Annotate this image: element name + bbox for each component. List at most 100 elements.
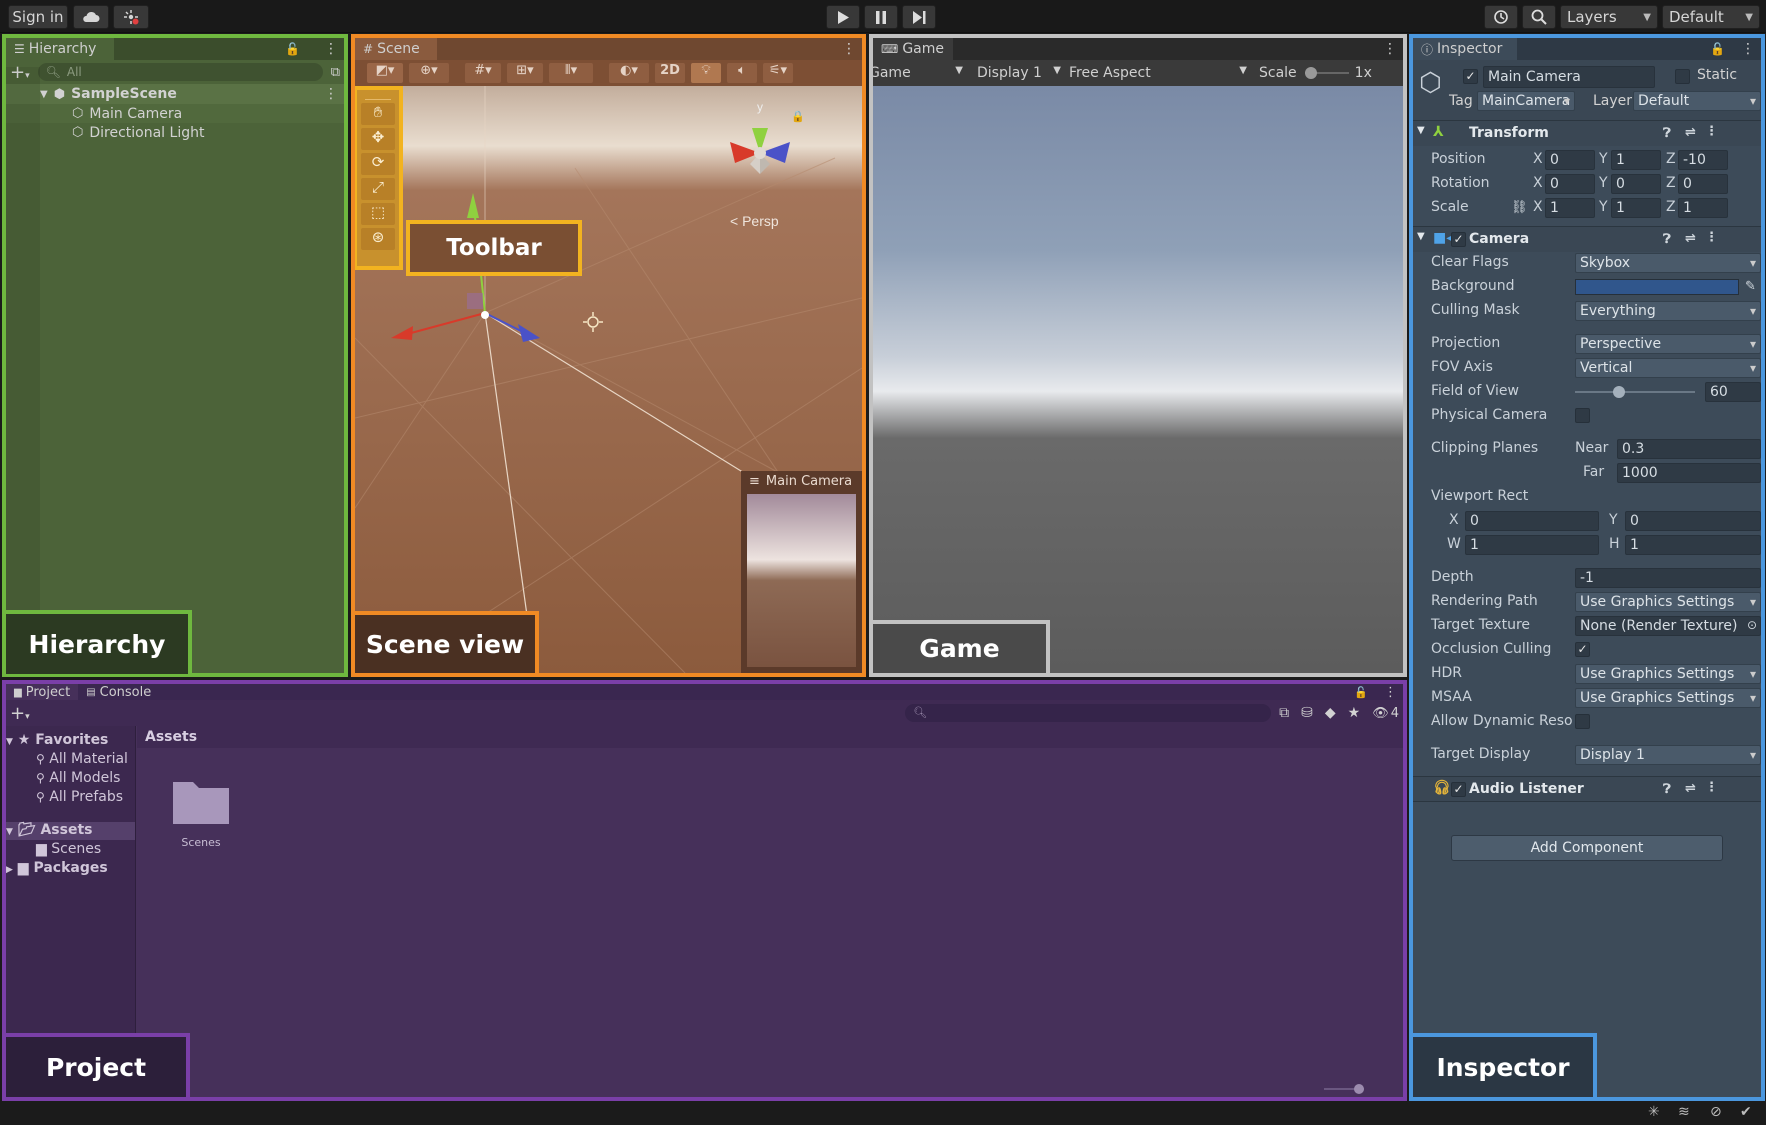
icon-size-slider[interactable] xyxy=(1324,1084,1364,1094)
tab-hierarchy[interactable]: ☰ Hierarchy xyxy=(6,38,114,60)
layers-stack-icon[interactable]: ≋ xyxy=(1678,1104,1690,1120)
favorite-star-icon[interactable]: ★ xyxy=(1348,705,1361,721)
rect-tool-icon[interactable]: ⬚ xyxy=(361,203,395,225)
hierarchy-search-input[interactable]: 🔍︎ All xyxy=(37,63,323,81)
fov-field[interactable]: 60 xyxy=(1705,382,1761,402)
preset-icon[interactable]: ⇌ xyxy=(1685,125,1696,140)
preset-icon[interactable]: ⇌ xyxy=(1685,781,1696,796)
lock-icon[interactable]: 🔓 xyxy=(1710,42,1725,56)
position-z-field[interactable]: -10 xyxy=(1678,150,1728,170)
more-icon[interactable]: ⋮ xyxy=(1384,685,1397,700)
pause-button[interactable] xyxy=(864,5,898,29)
scene-viewport[interactable]: y < Persp 🔒 xyxy=(355,38,862,673)
assets-folder-item[interactable]: ▼ 📂︎ Assets xyxy=(6,822,135,840)
object-picker-icon[interactable]: ⊙ xyxy=(1747,618,1757,632)
lock-icon[interactable]: 🔓 xyxy=(1354,686,1368,699)
msaa-dropdown[interactable]: Use Graphics Settings xyxy=(1575,688,1761,708)
object-name-field[interactable]: Main Camera xyxy=(1483,66,1655,88)
fov-slider[interactable] xyxy=(1575,385,1695,399)
add-icon[interactable]: +▾ xyxy=(10,703,30,724)
ruler-button[interactable]: ⦀▾ xyxy=(549,63,593,83)
projection-dropdown[interactable]: Perspective xyxy=(1575,334,1761,354)
camera-header[interactable]: ▼ ■◀ ✓ Camera ❓︎ ⇌ ⋮ xyxy=(1413,226,1761,252)
sign-in-button[interactable]: Sign in xyxy=(8,5,68,29)
more-icon[interactable]: ⋮ xyxy=(1705,780,1718,795)
more-icon[interactable]: ⋮ xyxy=(324,41,338,57)
scale-tool-icon[interactable]: ⤢ xyxy=(361,178,395,200)
hand-tool-icon[interactable]: ✋︎ xyxy=(361,103,395,125)
project-search-input[interactable]: 🔍︎ xyxy=(905,704,1272,722)
help-icon[interactable]: ❓︎ xyxy=(1663,232,1671,247)
play-button[interactable] xyxy=(826,5,860,29)
more-icon[interactable]: ⋮ xyxy=(1705,230,1718,245)
tools-drag-handle[interactable] xyxy=(365,90,391,100)
tab-inspector[interactable]: ⓘ Inspector xyxy=(1413,38,1517,60)
rotate-tool-icon[interactable]: ⟳ xyxy=(361,153,395,175)
aspect-dropdown[interactable]: Free Aspect ▼ xyxy=(1065,65,1251,81)
rendering-path-dropdown[interactable]: Use Graphics Settings xyxy=(1575,592,1761,612)
camera-preview-header[interactable]: ≡ Main Camera xyxy=(741,471,862,491)
hidden-packages-icon[interactable]: 👁︎ xyxy=(1372,706,1389,721)
game-viewport[interactable] xyxy=(873,86,1403,673)
viewport-w-field[interactable]: 1 xyxy=(1465,535,1599,555)
viewport-h-field[interactable]: 1 xyxy=(1625,535,1761,555)
target-display-dropdown[interactable]: Display 1 xyxy=(1575,745,1761,765)
eyedropper-icon[interactable]: ✎ xyxy=(1745,279,1756,294)
persp-label[interactable]: < Persp xyxy=(730,213,779,229)
near-field[interactable]: 0.3 xyxy=(1617,439,1761,459)
transform-header[interactable]: ▼ ⅄ Transform ❓︎ ⇌ ⋮ xyxy=(1413,120,1761,146)
packages-folder-item[interactable]: ▶ ▆ Packages xyxy=(6,860,108,876)
help-icon[interactable]: ❓︎ xyxy=(1663,782,1671,797)
scene-visibility-icon[interactable]: ⧉ xyxy=(331,65,340,80)
history-button[interactable] xyxy=(1484,5,1518,29)
hierarchy-item[interactable]: ⬡ Main Camera xyxy=(6,104,344,123)
tab-console[interactable]: ▤ Console xyxy=(78,684,159,700)
label-filter-icon[interactable]: ◆ xyxy=(1325,705,1336,721)
hierarchy-item[interactable]: ⬡ Directional Light xyxy=(6,123,344,142)
filter-type-icon[interactable]: ⛁ xyxy=(1301,705,1313,721)
search-scope-icon[interactable]: ⧉ xyxy=(1279,705,1289,721)
lock-icon[interactable]: 🔒 xyxy=(791,110,805,123)
viewport-x-field[interactable]: 0 xyxy=(1465,511,1599,531)
scale-y-field[interactable]: 1 xyxy=(1611,198,1661,218)
search-button[interactable] xyxy=(1522,5,1556,29)
background-color-swatch[interactable] xyxy=(1575,279,1739,295)
draw-mode-button[interactable]: ◩▾ xyxy=(367,63,403,83)
static-checkbox[interactable] xyxy=(1675,69,1690,84)
preset-icon[interactable]: ⇌ xyxy=(1685,231,1696,246)
add-component-button[interactable]: Add Component xyxy=(1451,835,1723,861)
position-x-field[interactable]: 0 xyxy=(1545,150,1595,170)
dynamic-resolution-checkbox[interactable] xyxy=(1575,714,1590,729)
camera-enabled-checkbox[interactable]: ✓ xyxy=(1451,232,1466,247)
tab-project[interactable]: ▆ Project xyxy=(6,684,79,700)
move-tool-icon[interactable]: ✥ xyxy=(361,128,395,150)
collab-button[interactable] xyxy=(113,5,149,29)
rotation-x-field[interactable]: 0 xyxy=(1545,174,1595,194)
active-checkbox[interactable]: ✓ xyxy=(1463,69,1478,84)
tag-dropdown[interactable]: MainCamera xyxy=(1477,91,1575,111)
network-icon[interactable]: ⊘ xyxy=(1710,1104,1722,1120)
bug-icon[interactable]: ✳ xyxy=(1648,1104,1660,1120)
more-icon[interactable]: ⋮ xyxy=(1705,124,1718,139)
tab-scene[interactable]: # Scene xyxy=(355,38,437,60)
culling-mask-dropdown[interactable]: Everything xyxy=(1575,301,1761,321)
display-dropdown[interactable]: Display 1 ▼ xyxy=(973,65,1065,81)
fav-item[interactable]: ⚲ All Material xyxy=(36,751,128,767)
audio-listener-header[interactable]: 🎧︎ ✓ Audio Listener ❓︎ ⇌ ⋮ xyxy=(1413,776,1761,802)
effects-button[interactable]: ⚟▾ xyxy=(763,63,793,83)
fov-axis-dropdown[interactable]: Vertical xyxy=(1575,358,1761,378)
lock-icon[interactable]: 🔓 xyxy=(285,42,300,56)
occlusion-culling-checkbox[interactable]: ✓ xyxy=(1575,642,1590,657)
help-icon[interactable]: ❓︎ xyxy=(1663,126,1671,141)
scene-row[interactable]: ▼ ⬢ SampleScene ⋮ xyxy=(6,84,344,104)
viewport-y-field[interactable]: 0 xyxy=(1625,511,1761,531)
hdr-dropdown[interactable]: Use Graphics Settings xyxy=(1575,664,1761,684)
rotation-z-field[interactable]: 0 xyxy=(1678,174,1728,194)
scale-x-field[interactable]: 1 xyxy=(1545,198,1595,218)
grid-snap-button[interactable]: #▾ xyxy=(465,63,501,83)
more-icon[interactable]: ⋮ xyxy=(1741,41,1755,57)
folder-item[interactable]: ▆ Scenes xyxy=(36,841,101,857)
global-button[interactable]: ⊕▾ xyxy=(409,63,449,83)
scale-z-field[interactable]: 1 xyxy=(1678,198,1728,218)
game-mode-dropdown[interactable]: Game ▼ xyxy=(873,65,967,81)
